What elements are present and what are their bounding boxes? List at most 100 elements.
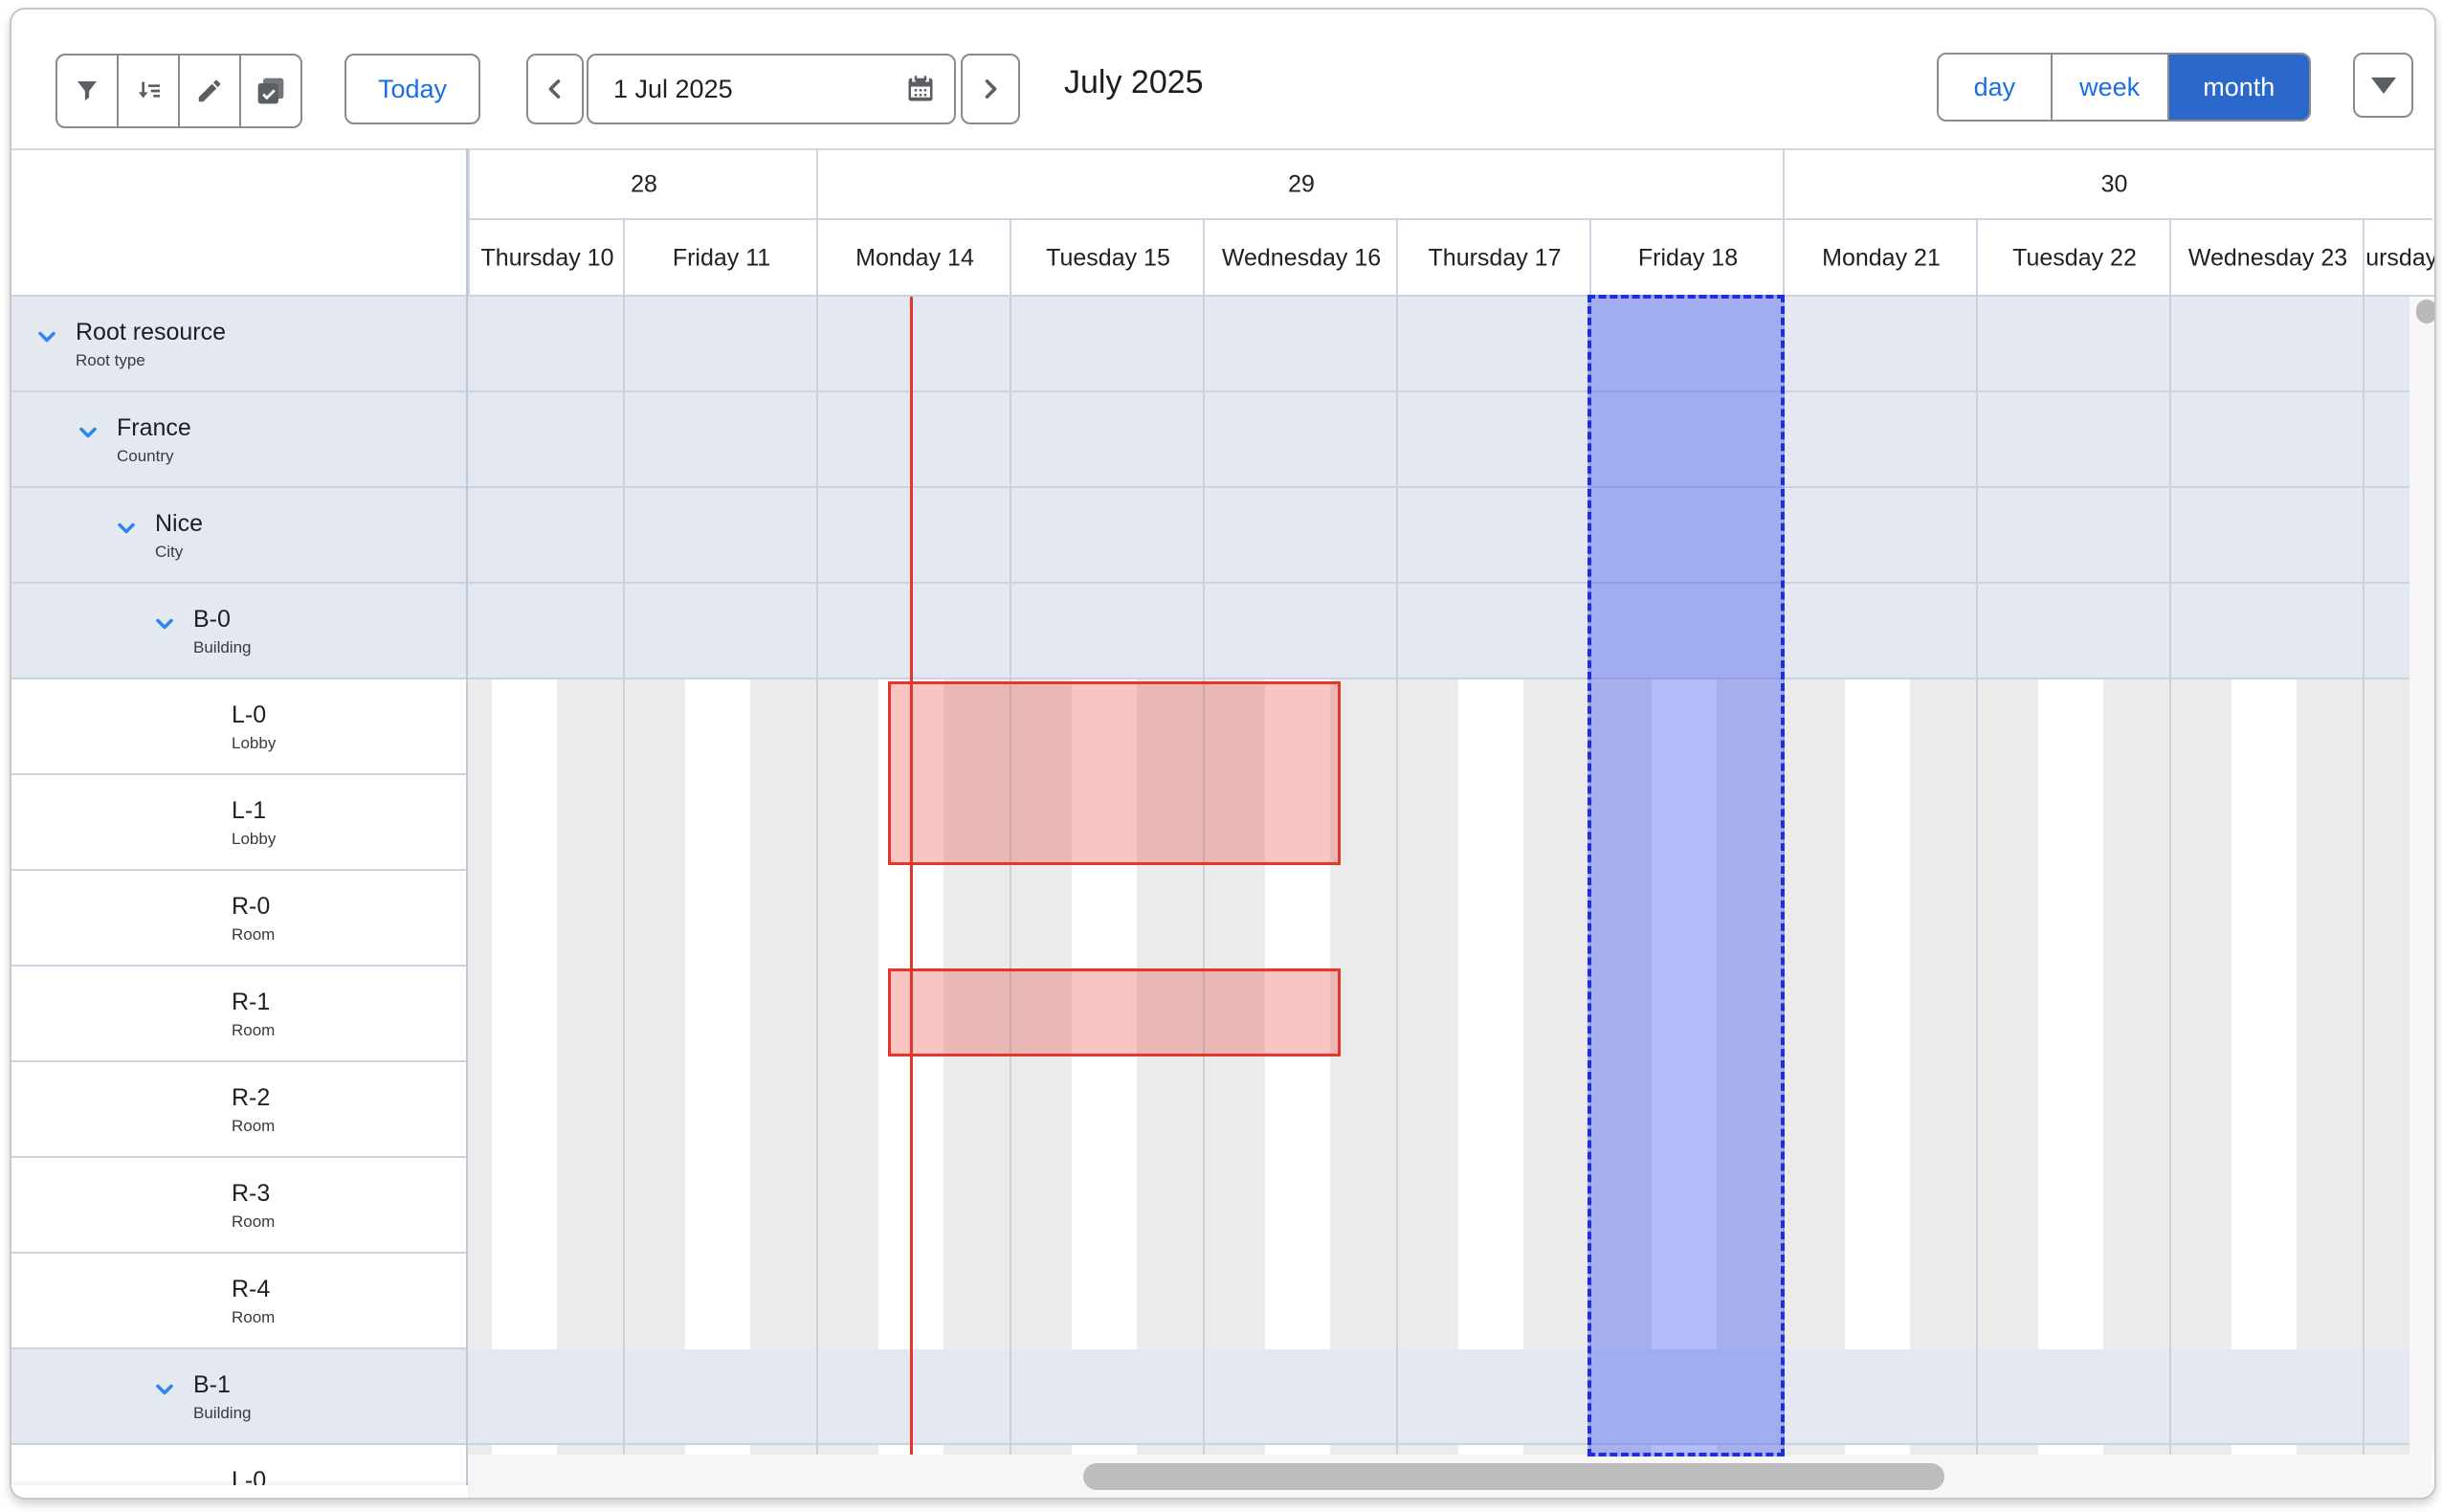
edit-icon bbox=[195, 77, 224, 105]
expand-collapse-toggle[interactable] bbox=[113, 515, 140, 546]
day-header-label: Monday 21 bbox=[1822, 245, 1941, 273]
day-stripes bbox=[466, 871, 2409, 967]
prev-button[interactable] bbox=[526, 54, 584, 124]
week-number: 28 bbox=[631, 170, 657, 198]
calendar-icon[interactable] bbox=[906, 75, 935, 103]
day-header-cell[interactable]: Tuesday 22 bbox=[1976, 220, 2169, 297]
resource-type: Room bbox=[232, 924, 275, 945]
day-gridline bbox=[1396, 297, 1398, 1455]
toolbar-icon-group bbox=[56, 54, 302, 128]
day-stripes bbox=[466, 775, 2409, 871]
edit-button[interactable] bbox=[180, 56, 241, 126]
day-header-label: Wednesday 23 bbox=[2188, 245, 2347, 273]
filter-button[interactable] bbox=[57, 56, 119, 126]
vertical-scrollbar-thumb[interactable] bbox=[2416, 300, 2436, 323]
resource-type: Room bbox=[232, 1116, 275, 1137]
copy-check-icon bbox=[255, 76, 286, 106]
resource-row-r-3[interactable]: R-3Room bbox=[11, 1158, 2409, 1254]
resource-name: R-1 bbox=[232, 988, 275, 1016]
resource-name: R-3 bbox=[232, 1179, 275, 1208]
resource-row-r-4[interactable]: R-4Room bbox=[11, 1254, 2409, 1349]
day-header-cell[interactable]: Monday 14 bbox=[816, 220, 1010, 297]
expand-collapse-toggle[interactable] bbox=[75, 419, 101, 451]
resource-label: L-1Lobby bbox=[232, 796, 276, 850]
chevron-down-icon bbox=[151, 1376, 178, 1403]
day-stripes bbox=[466, 1254, 2409, 1349]
expand-collapse-toggle[interactable] bbox=[151, 611, 178, 642]
day-header-cell[interactable]: Tuesday 15 bbox=[1010, 220, 1203, 297]
day-gridline bbox=[816, 297, 818, 1455]
resource-row-france[interactable]: FranceCountry bbox=[11, 392, 2409, 488]
day-header-cell[interactable]: Friday 11 bbox=[623, 220, 816, 297]
multi-select-button[interactable] bbox=[241, 56, 300, 126]
day-header-cell[interactable]: Monday 21 bbox=[1783, 220, 1976, 297]
resource-label: L-0Lobby bbox=[232, 700, 276, 754]
chevron-down-icon bbox=[33, 323, 60, 350]
scheduler-card: Today 1 Jul 2025 July 2025 dayweekmonth … bbox=[10, 8, 2436, 1500]
day-gridline bbox=[1976, 297, 1978, 1455]
chevron-down-icon bbox=[113, 515, 140, 542]
event-reservation[interactable] bbox=[888, 681, 1341, 865]
day-header-cell[interactable]: Wednesday 16 bbox=[1203, 220, 1396, 297]
date-input[interactable]: 1 Jul 2025 bbox=[587, 54, 956, 124]
resource-row-root resource[interactable]: Root resourceRoot type bbox=[11, 297, 2409, 392]
resource-row-b-0[interactable]: B-0Building bbox=[11, 584, 2409, 679]
view-button-day[interactable]: day bbox=[1939, 55, 2053, 120]
resource-row-r-0[interactable]: R-0 Room bbox=[11, 871, 2409, 967]
sort-button[interactable] bbox=[119, 56, 180, 126]
day-header-cell[interactable]: Friday 18 bbox=[1589, 220, 1783, 297]
view-button-week[interactable]: week bbox=[2053, 55, 2169, 120]
resource-type: Lobby bbox=[232, 733, 276, 754]
vertical-scrollbar-track[interactable] bbox=[2409, 297, 2436, 1455]
resource-type: Lobby bbox=[232, 829, 276, 850]
day-stripes bbox=[466, 679, 2409, 775]
scheduler-app: Today 1 Jul 2025 July 2025 dayweekmonth … bbox=[0, 0, 2442, 1512]
resource-row-r-2[interactable]: R-2Room bbox=[11, 1062, 2409, 1158]
resource-type: Lobby bbox=[232, 1499, 276, 1500]
event-reservation[interactable] bbox=[888, 968, 1341, 1056]
resource-type: Country bbox=[117, 446, 191, 467]
resource-type: City bbox=[155, 542, 203, 563]
filter-icon bbox=[73, 77, 101, 105]
resource-name: R-0 bbox=[232, 892, 275, 921]
resource-row-b-1[interactable]: B-1Building bbox=[11, 1349, 2409, 1445]
day-gridline bbox=[1203, 297, 1205, 1455]
resource-panel-border bbox=[466, 148, 468, 1485]
sort-icon bbox=[133, 76, 164, 106]
day-header-label: Thursday 10 bbox=[481, 245, 614, 273]
week-header-cell: 29 bbox=[816, 148, 1783, 220]
resource-label: Nice City bbox=[155, 509, 203, 563]
chevron-down-icon bbox=[151, 611, 178, 637]
chevron-left-icon bbox=[542, 76, 568, 102]
resource-name: R-4 bbox=[232, 1275, 275, 1303]
view-switcher: dayweekmonth bbox=[1937, 53, 2311, 122]
today-button[interactable]: Today bbox=[344, 54, 480, 124]
current-time-line bbox=[910, 297, 913, 1455]
week-header-cell: 30 bbox=[1783, 148, 2436, 220]
day-header-cell[interactable]: Thursday 17 bbox=[1396, 220, 1589, 297]
resource-label: R-1 Room bbox=[232, 988, 275, 1041]
resource-row-nice[interactable]: Nice City bbox=[11, 488, 2409, 584]
day-header-cell[interactable]: Wednesday 23 bbox=[2169, 220, 2363, 297]
page-title: July 2025 bbox=[1064, 64, 1204, 101]
day-header-cell[interactable]: Thursday 24 bbox=[2363, 220, 2436, 297]
dropdown-button[interactable] bbox=[2353, 53, 2413, 118]
day-header-label: Monday 14 bbox=[855, 245, 974, 273]
expand-collapse-toggle[interactable] bbox=[151, 1376, 178, 1408]
week-number: 29 bbox=[1288, 170, 1315, 198]
day-stripes bbox=[466, 1158, 2409, 1254]
view-button-month[interactable]: month bbox=[2169, 55, 2309, 120]
day-header-cell[interactable]: Thursday 10 bbox=[468, 220, 623, 297]
chevron-down-icon bbox=[75, 419, 101, 446]
next-button[interactable] bbox=[961, 54, 1020, 124]
resource-label: R-3Room bbox=[232, 1179, 275, 1233]
resource-name: Nice bbox=[155, 509, 203, 538]
expand-collapse-toggle[interactable] bbox=[33, 323, 60, 355]
horizontal-scrollbar-thumb[interactable] bbox=[1083, 1463, 1944, 1490]
date-value: 1 Jul 2025 bbox=[613, 75, 906, 104]
resource-label: B-1Building bbox=[193, 1370, 252, 1424]
day-gridline bbox=[623, 297, 625, 1455]
time-range-selection[interactable] bbox=[1587, 295, 1785, 1456]
resource-type: Room bbox=[232, 1020, 275, 1041]
day-stripes bbox=[466, 967, 2409, 1062]
